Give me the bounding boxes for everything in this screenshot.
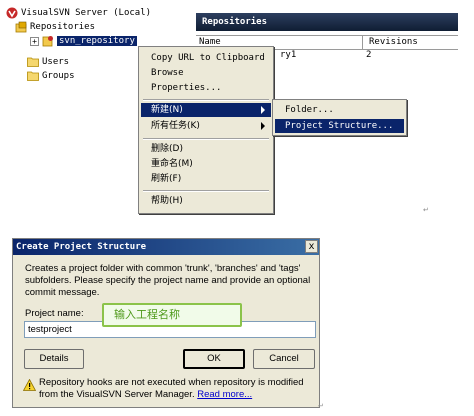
tree-node-repositories[interactable]: Repositories <box>15 20 95 34</box>
tree-node-svn-repository[interactable]: svn_repository <box>42 34 137 48</box>
repository-icon <box>42 35 53 46</box>
folder-icon <box>27 57 39 67</box>
tree-node-groups[interactable]: Groups <box>27 69 75 83</box>
menu-item-rename[interactable]: 重命名(M) <box>141 157 271 171</box>
menu-item-all-tasks-label: 所有任务(K) <box>151 121 200 131</box>
tree-label-groups: Groups <box>42 71 75 81</box>
server-icon <box>6 7 18 18</box>
menu-item-refresh[interactable]: 刷新(F) <box>141 172 271 186</box>
warning-icon <box>23 379 36 391</box>
menu-item-all-tasks[interactable]: 所有任务(K) <box>141 119 271 133</box>
close-button[interactable]: x <box>305 240 318 253</box>
context-menu: Copy URL to Clipboard Browse Properties.… <box>138 46 274 214</box>
submenu-arrow-icon <box>261 122 265 130</box>
menu-item-copy-url[interactable]: Copy URL to Clipboard <box>141 51 271 65</box>
details-button[interactable]: Details <box>24 349 84 369</box>
menu-separator <box>143 99 269 101</box>
menu-separator <box>143 138 269 140</box>
paragraph-mark: ↵ <box>423 206 429 214</box>
list-row-name[interactable]: ry1 <box>280 50 296 60</box>
panel-title: Repositories <box>196 13 458 31</box>
menu-item-delete[interactable]: 删除(D) <box>141 142 271 156</box>
read-more-link[interactable]: Read more... <box>197 389 252 400</box>
menu-item-new[interactable]: 新建(N) <box>141 103 271 117</box>
submenu-item-project-structure[interactable]: Project Structure... <box>275 119 404 133</box>
submenu-new: Folder... Project Structure... <box>272 99 407 136</box>
annotation-callout: 输入工程名称 <box>102 303 242 327</box>
tree-label-users: Users <box>42 57 70 67</box>
tree-node-users[interactable]: Users <box>27 55 69 69</box>
column-header-revisions[interactable]: Revisions <box>366 36 418 49</box>
menu-separator <box>143 190 269 192</box>
menu-item-help[interactable]: 帮助(H) <box>141 194 271 208</box>
folder-icon <box>27 71 39 81</box>
dialog-title: Create Project Structure <box>13 239 319 255</box>
menu-item-browse[interactable]: Browse <box>141 66 271 80</box>
tree-label-svn-repository: svn_repository <box>57 36 137 46</box>
column-divider[interactable] <box>362 36 363 49</box>
tree-label-repositories: Repositories <box>30 22 96 32</box>
cancel-button[interactable]: Cancel <box>253 349 315 369</box>
tree-label-server: VisualSVN Server (Local) <box>21 8 152 18</box>
submenu-item-folder[interactable]: Folder... <box>275 103 404 117</box>
menu-item-new-label: 新建(N) <box>151 105 183 115</box>
list-row-revisions[interactable]: 2 <box>366 50 371 60</box>
paragraph-mark: ↵ <box>318 402 324 410</box>
expand-toggle[interactable]: + <box>30 37 39 46</box>
warning-message: Repository hooks are not executed when r… <box>39 377 319 401</box>
repositories-icon <box>15 21 27 32</box>
menu-item-properties[interactable]: Properties... <box>141 81 271 95</box>
tree-node-server[interactable]: VisualSVN Server (Local) <box>6 6 151 20</box>
warning-text: Repository hooks are not executed when r… <box>39 377 304 400</box>
submenu-arrow-icon <box>261 106 265 114</box>
ok-button[interactable]: OK <box>183 349 245 369</box>
project-name-label: Project name: <box>25 308 84 319</box>
dialog-description: Creates a project folder with common 'tr… <box>25 263 311 298</box>
